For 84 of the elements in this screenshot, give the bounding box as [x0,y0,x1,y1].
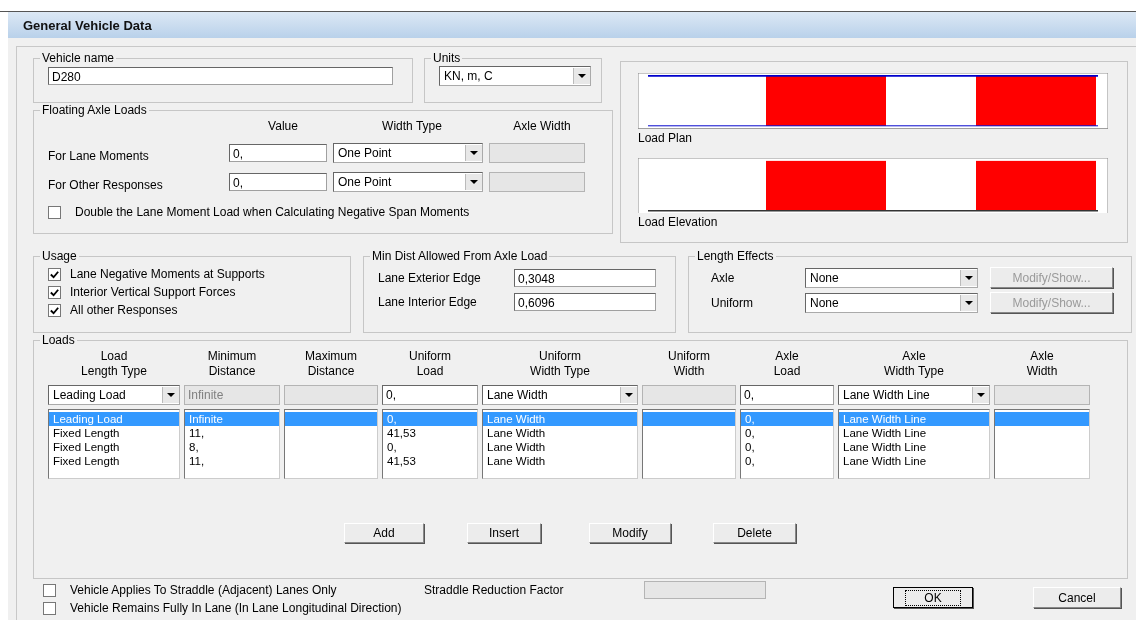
vehicle-name-field[interactable]: D280 [48,67,393,85]
checkbox-label: Double the Lane Moment Load when Calculating Negative Span Moments [75,205,470,219]
distance-field[interactable]: 0,3048 [514,269,656,287]
field-label: Straddle Reduction Factor [424,583,565,597]
row-label: For Other Responses [48,177,164,192]
checkbox-label: Vehicle Applies To Straddle (Adjacent) Lanes Only [70,583,338,597]
column-heading: Width Type [381,119,443,135]
list-cell[interactable]: 0, [741,440,833,454]
list-cell[interactable]: 41,53 [383,454,477,468]
list-cell[interactable] [995,412,1089,426]
list-cell[interactable]: 0, [741,454,833,468]
column-heading: Value [267,119,299,135]
value-field[interactable]: 0, [229,144,327,162]
width-type-dropdown[interactable]: One Point [333,143,483,163]
column-heading: Maximum Distance [304,349,358,379]
checkbox[interactable] [43,583,56,597]
checkbox-label: Lane Negative Moments at Supports [70,267,265,281]
units-dropdown[interactable]: KN, m, C [439,66,591,86]
reduction-factor-field[interactable] [644,581,766,599]
value-field[interactable]: 0, [229,173,327,191]
load-input-field[interactable]: 0, [740,385,834,405]
load-dropdown[interactable]: Lane Width [482,385,638,405]
row-label: For Lane Moments [48,148,150,163]
list-cell[interactable]: Fixed Length [49,440,179,454]
field-label: Lane Interior Edge [378,295,478,309]
window-title: General Vehicle Data [23,17,152,33]
field-label: Uniform [711,295,754,310]
list-cell[interactable]: Lane Width [483,426,637,440]
column-heading: Axle Width [1025,349,1059,379]
column-heading: Uniform Load [408,349,452,379]
group-label: Usage [41,249,78,263]
checkbox[interactable] [48,267,61,281]
cancel-button[interactable]: Cancel [1033,587,1121,608]
checkbox-label: Vehicle Remains Fully In Lane (In Lane Longitudinal Direction) [70,601,402,615]
list-cell[interactable]: Lane Width Line [839,454,989,468]
axle-width-field[interactable] [489,172,585,192]
list-cell[interactable]: Lane Width [483,454,637,468]
distance-field[interactable]: 0,6096 [514,293,656,311]
preview-label: Load Elevation [638,214,719,232]
load-action-button[interactable]: Delete [713,523,796,543]
field-label: Axle [711,270,736,285]
column-heading: Axle Width [512,119,572,135]
checkbox[interactable] [43,601,56,615]
column-heading: Axle Load [772,349,802,379]
list-cell[interactable]: 41,53 [383,426,477,440]
list-cell[interactable]: 11, [185,454,279,468]
list-cell[interactable] [285,412,377,426]
checkbox[interactable] [48,285,61,299]
list-cell[interactable]: Lane Width Line [839,426,989,440]
load-action-button[interactable]: Insert [467,523,541,543]
group-label: Units [432,51,462,65]
load-dropdown[interactable]: Lane Width Line [838,385,990,405]
checkbox[interactable] [48,303,61,317]
group-label: Vehicle name [41,51,116,65]
list-cell[interactable]: Fixed Length [49,454,179,468]
group-label: Floating Axle Loads [41,103,148,117]
ok-button[interactable]: OK [893,587,973,608]
column-heading: Uniform Width [667,349,711,379]
width-type-dropdown[interactable]: One Point [333,172,483,192]
column-heading: Load Length Type [80,349,148,379]
load-action-button[interactable]: Add [344,523,424,543]
list-cell[interactable]: Fixed Length [49,426,179,440]
list-cell[interactable]: 11, [185,426,279,440]
group-label: Min Dist Allowed From Axle Load [371,249,549,263]
axle-width-field[interactable] [489,143,585,163]
list-cell[interactable]: Lane Width [483,440,637,454]
list-cell[interactable] [643,412,735,426]
checkbox[interactable] [48,205,61,219]
checkbox-label: Interior Vertical Support Forces [70,285,236,299]
group-label: Loads [41,333,76,347]
load-action-button[interactable]: Modify [589,523,671,543]
list-cell[interactable]: 8, [185,440,279,454]
group-label: Length Effects [696,249,775,263]
column-heading: Axle Width Type [883,349,945,379]
list-cell[interactable]: 0, [383,440,477,454]
column-heading: Uniform Width Type [529,349,591,379]
load-input-field[interactable]: 0, [382,385,478,405]
load-dropdown[interactable]: Leading Load [48,385,180,405]
column-heading: Minimum Distance [206,349,258,379]
checkbox-label: All other Responses [70,303,178,317]
field-label: Lane Exterior Edge [378,271,482,285]
list-cell[interactable]: Lane Width Line [839,440,989,454]
preview-label: Load Plan [638,129,694,147]
list-cell[interactable]: 0, [741,426,833,440]
